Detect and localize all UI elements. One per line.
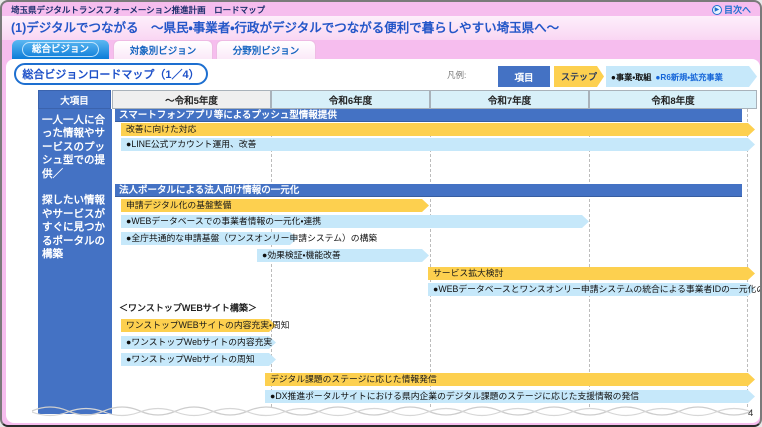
bar-onestop-publicize: ●ワンストップWebサイトの周知 <box>121 353 276 366</box>
bar-corporate-portal: 法人ポータルによる法人向け情報の一元化 <box>115 184 742 197</box>
bar-business-id-unification: ●WEBデータベースとワンスオンリー申請システムの統合による事業者IDの一元化の… <box>428 283 755 296</box>
tear-line-decoration <box>32 402 759 418</box>
timeline-bars: スマートフォンアプリ等によるプッシュ型情報提供改善に向けた対応 ●LINE公式アカ… <box>2 2 760 425</box>
bar-onestop-enrich: ●ワンストップWebサイトの内容充実 <box>121 336 276 349</box>
page-number: 4 <box>748 408 753 419</box>
bar-web-database-unification: ●WEBデータベースでの事業者情報の一元化・連携 <box>121 215 589 228</box>
bar-digital-stage-info: デジタル課題のステージに応じた情報発信 <box>265 373 755 386</box>
bar-line-official-account: ●LINE公式アカウント運用、改善 <box>121 138 755 151</box>
bar-once-only-system: ●全庁共通的な申請基盤（ワンスオンリー申請システム）の構築 <box>121 232 297 245</box>
roadmap-page: 埼玉県デジタルトランスフォーメーション推進計画 ロードマップ ▶ 目次へ (1)… <box>0 0 762 427</box>
bar-effect-verification: ●効果検証・機能改善 <box>257 249 429 262</box>
bar-improvement-response: 改善に向けた対応 <box>121 123 755 136</box>
bar-onestop-enrich-publicize: ワンストップWEBサイトの内容充実・周知 <box>121 319 276 332</box>
bar-service-expansion: サービス拡大検討 <box>428 267 755 280</box>
bar-smartphone-push-info: スマートフォンアプリ等によるプッシュ型情報提供 <box>115 109 742 122</box>
label-onestop-website-build: ＜ワンストップWEBサイト構築＞ <box>119 302 339 315</box>
bar-application-digital-base: 申請デジタル化の基盤整備 <box>121 199 429 212</box>
